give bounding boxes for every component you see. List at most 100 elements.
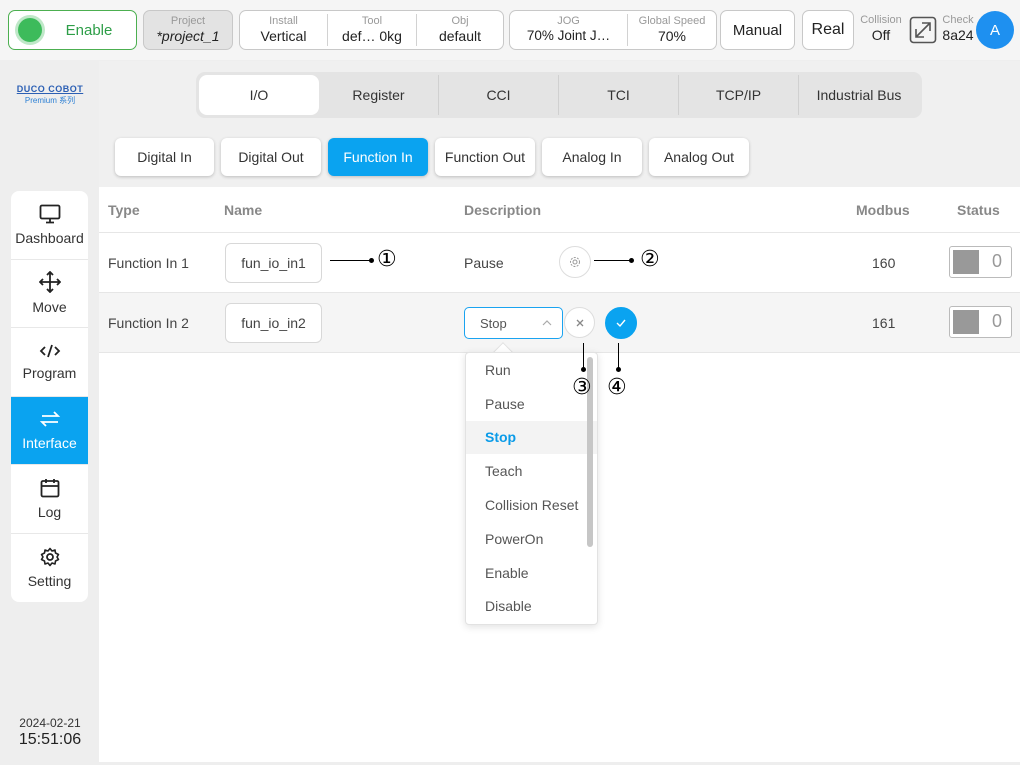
real-mode-button[interactable]: Real: [802, 10, 854, 50]
project-selector[interactable]: Project *project_1: [143, 10, 233, 50]
sidebar-item-program[interactable]: Program: [11, 328, 88, 397]
table-row: Function In 2 fun_io_in2 Stop 161 0: [99, 293, 1020, 353]
check-value: 8a24: [942, 27, 974, 43]
sidebar-item-label: Move: [32, 299, 67, 316]
swap-arrows-icon: [39, 411, 60, 427]
enable-label: Enable: [65, 21, 113, 39]
monitor-icon: [39, 204, 60, 224]
status-value: 0: [991, 311, 1002, 331]
sidebar-item-label: Dashboard: [15, 229, 84, 246]
status-square: [953, 250, 979, 274]
header-name: Name: [224, 202, 263, 218]
current-date: 2024-02-21: [19, 716, 81, 730]
dropdown-option[interactable]: Disable: [466, 590, 597, 624]
status-indicator: 0: [949, 306, 1012, 338]
dropdown-option-selected[interactable]: Stop: [466, 420, 597, 455]
jog-speed-group: JOG 70% Joint J… Global Speed 70%: [509, 10, 717, 50]
row-description: Pause: [464, 255, 504, 271]
logo-sub-text: Premium 系列: [24, 96, 76, 105]
status-indicator: 0: [949, 246, 1012, 278]
sidebar-item-interface[interactable]: Interface: [11, 396, 88, 465]
tab-io[interactable]: I/O: [199, 75, 319, 115]
move-arrows-icon: [38, 271, 61, 294]
subtab-digital-out[interactable]: Digital Out: [221, 138, 321, 176]
obj-selector[interactable]: Obj default: [417, 14, 503, 46]
tab-register[interactable]: Register: [319, 75, 439, 115]
header-status: Status: [957, 202, 1000, 218]
cancel-button[interactable]: [564, 307, 595, 338]
tool-selector[interactable]: Tool def… 0kg: [328, 14, 417, 46]
callout-2: ②: [640, 247, 660, 272]
callout-dot-1: [369, 258, 374, 263]
row-type: Function In 1: [108, 255, 189, 271]
dropdown-option[interactable]: Collision Reset: [466, 488, 597, 522]
status-value: 0: [991, 251, 1002, 271]
tool-label: Tool: [361, 15, 383, 27]
sidebar-item-move[interactable]: Move: [11, 260, 88, 328]
sidebar-item-label: Interface: [22, 435, 77, 452]
global-speed-label: Global Speed: [638, 15, 706, 27]
install-value: Vertical: [260, 28, 307, 44]
duco-logo: DUCO COBOT Premium 系列: [12, 84, 88, 106]
name-input[interactable]: fun_io_in2: [225, 303, 322, 343]
subtab-analog-out[interactable]: Analog Out: [649, 138, 749, 176]
edit-description-button[interactable]: [559, 246, 591, 278]
dropdown-option[interactable]: PowerOn: [466, 522, 597, 556]
enable-status-icon: [18, 18, 42, 42]
project-label: Project: [170, 15, 206, 27]
close-icon: [576, 319, 583, 326]
enable-button[interactable]: Enable: [8, 10, 137, 50]
sidebar-item-dashboard[interactable]: Dashboard: [11, 191, 88, 260]
tab-cci[interactable]: CCI: [439, 75, 559, 115]
sidebar-item-log[interactable]: Log: [11, 465, 88, 534]
collision-value: Off: [871, 27, 891, 43]
check-indicator[interactable]: Check 8a24: [939, 14, 977, 44]
subtab-function-in[interactable]: Function In: [328, 138, 428, 176]
confirm-button[interactable]: [605, 307, 637, 339]
subtab-analog-in[interactable]: Analog In: [542, 138, 642, 176]
collision-indicator[interactable]: Collision Off: [857, 14, 905, 44]
obj-label: Obj: [451, 15, 469, 27]
sidebar-item-setting[interactable]: Setting: [11, 534, 88, 603]
sidebar-item-label: Program: [22, 364, 77, 381]
tab-tcpip[interactable]: TCP/IP: [679, 75, 799, 115]
global-speed-selector[interactable]: Global Speed 70%: [628, 14, 716, 46]
install-selector[interactable]: Install Vertical: [240, 14, 328, 46]
sidebar-nav: Dashboard Move Program Interface Log Set…: [11, 191, 88, 602]
table-header: Type Name Description Modbus Status: [99, 187, 1020, 233]
callout-1: ①: [377, 247, 397, 272]
callout-4: ④: [607, 375, 627, 400]
datetime-display: 2024-02-21 15:51:06: [8, 716, 92, 749]
status-square: [953, 310, 979, 334]
row-type: Function In 2: [108, 315, 189, 331]
callout-dot-2: [629, 258, 634, 263]
avatar[interactable]: A: [976, 11, 1014, 49]
dropdown-option[interactable]: Teach: [466, 454, 597, 488]
logo-main-text: DUCO COBOT: [16, 84, 84, 94]
subtab-function-out[interactable]: Function Out: [435, 138, 535, 176]
jog-label: JOG: [557, 15, 580, 27]
tab-industrial-bus[interactable]: Industrial Bus: [799, 75, 919, 115]
global-speed-value: 70%: [657, 28, 687, 44]
jog-value: 70% Joint J…: [526, 28, 611, 43]
name-input[interactable]: fun_io_in1: [225, 243, 322, 283]
check-label: Check: [942, 14, 974, 26]
row-modbus: 161: [872, 315, 896, 331]
install-label: Install: [269, 15, 298, 27]
tab-tci[interactable]: TCI: [559, 75, 679, 115]
row-modbus: 160: [872, 255, 896, 271]
check-icon: [616, 319, 626, 328]
code-icon: [39, 344, 60, 358]
current-time: 15:51:06: [18, 731, 82, 748]
subtab-digital-in[interactable]: Digital In: [115, 138, 214, 176]
manual-mode-button[interactable]: Manual: [720, 10, 795, 50]
io-subtabs: Digital In Digital Out Function In Funct…: [115, 138, 756, 176]
dropdown-option[interactable]: Enable: [466, 556, 597, 590]
callout-line-1: [330, 260, 372, 261]
expand-icon[interactable]: [909, 16, 937, 44]
jog-selector[interactable]: JOG 70% Joint J…: [510, 14, 628, 46]
description-select[interactable]: Stop: [464, 307, 563, 339]
callout-dot-4: [616, 367, 621, 372]
header-description: Description: [464, 202, 542, 218]
top-bar: Enable Project *project_1 Install Vertic…: [0, 0, 1020, 60]
